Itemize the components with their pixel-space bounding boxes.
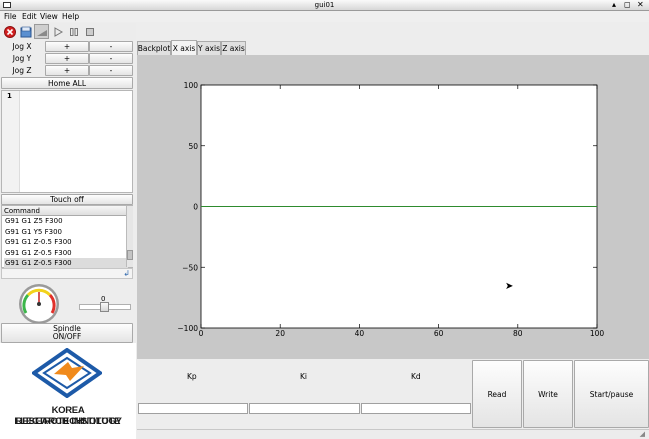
tab-backplot[interactable]: Backplot <box>137 41 171 55</box>
maximize-button[interactable]: ◻ <box>624 0 631 10</box>
x-tick-label: 80 <box>513 329 523 338</box>
ki-label: Ki <box>300 372 308 381</box>
y-tick-label: −50 <box>182 263 198 272</box>
close-button[interactable]: ✕ <box>637 0 644 10</box>
reload-icon[interactable] <box>34 24 49 39</box>
menu-help[interactable]: Help <box>62 12 79 21</box>
resize-grip-icon[interactable]: ◢ <box>640 430 645 438</box>
jog-z-minus-button[interactable]: - <box>89 65 133 76</box>
x-tick-label: 0 <box>199 329 204 338</box>
jog-z-plus-button[interactable]: + <box>45 65 89 76</box>
spindle-gauge <box>18 283 60 327</box>
toolbar <box>0 23 136 40</box>
kd-label: Kd <box>411 372 421 381</box>
line-number: 1 <box>7 92 12 100</box>
x-tick-label: 40 <box>355 329 365 338</box>
scrollbar-thumb[interactable] <box>127 250 133 260</box>
menu-bar: File Edit View Help <box>0 11 649 22</box>
logo-line2: RESEARCH INSTITUTE <box>15 416 121 427</box>
editor-gutter <box>2 91 20 192</box>
tab-z-axis[interactable]: Z axis <box>221 41 246 55</box>
tab-y-axis[interactable]: Y axis <box>197 41 221 55</box>
jog-z-label: Jog Z <box>12 66 32 75</box>
x-axis-chart[interactable]: 0 20 40 60 80 100 100 50 0 −50 −100 <box>137 55 649 359</box>
kp-input[interactable] <box>138 403 248 414</box>
x-tick-label: 20 <box>275 329 285 338</box>
spindle-slider[interactable] <box>79 302 131 312</box>
home-all-button[interactable]: Home ALL <box>1 77 133 89</box>
command-row[interactable]: G91 G1 Z5 F300 <box>4 216 128 227</box>
tab-x-axis[interactable]: X axis <box>171 40 197 55</box>
pause-icon[interactable] <box>66 24 81 39</box>
window-title: gui01 <box>314 1 335 9</box>
slider-handle[interactable] <box>100 302 109 312</box>
jog-y-label: Jog Y <box>12 54 32 63</box>
ki-input[interactable] <box>249 403 360 414</box>
square-stop-icon[interactable] <box>82 24 97 39</box>
pid-panel: Kp Ki Kd Read Write Start/pause <box>137 360 649 439</box>
y-tick-label: 0 <box>193 203 198 212</box>
stop-icon[interactable] <box>2 24 17 39</box>
logo-area: KOREA ELECTROTECHNOLOGY RESEARCH INSTITU… <box>0 343 136 439</box>
y-tick-label: 100 <box>184 81 199 90</box>
command-scrollbar[interactable] <box>126 206 133 267</box>
command-list[interactable]: Command G91 G1 Z5 F300 G91 G1 Y5 F300 G9… <box>1 205 133 269</box>
jog-x-minus-button[interactable]: - <box>89 41 133 52</box>
title-bar: gui01 ▴ ◻ ✕ <box>0 0 649 11</box>
jog-y-minus-button[interactable]: - <box>89 53 133 64</box>
x-tick-label: 60 <box>434 329 444 338</box>
enter-icon[interactable]: ↲ <box>123 269 130 278</box>
menu-file[interactable]: File <box>4 12 17 21</box>
y-tick-label: −100 <box>177 324 198 333</box>
jog-x-plus-button[interactable]: + <box>45 41 89 52</box>
x-tick-label: 100 <box>590 329 605 338</box>
jog-y-plus-button[interactable]: + <box>45 53 89 64</box>
plot-area[interactable]: 0 20 40 60 80 100 100 50 0 −50 −100 ➤ <box>137 55 649 359</box>
command-input[interactable]: ↲ <box>1 268 133 279</box>
command-row[interactable]: G91 G1 Z-0.5 F300 <box>4 248 128 259</box>
start-pause-button[interactable]: Start/pause <box>574 360 649 428</box>
minimize-button[interactable]: ▴ <box>612 0 616 10</box>
kp-label: Kp <box>187 372 197 381</box>
keri-logo <box>32 348 102 398</box>
jog-x-label: Jog X <box>12 42 32 51</box>
command-row[interactable]: G91 G1 Z-0.5 F300 <box>4 237 128 248</box>
command-row[interactable]: G91 G1 Z-0.5 F300 <box>4 258 128 269</box>
menu-edit[interactable]: Edit <box>22 12 37 21</box>
spindle-onoff-button[interactable]: Spindle ON/OFF <box>1 323 133 343</box>
read-button[interactable]: Read <box>472 360 522 428</box>
menu-view[interactable]: View <box>40 12 58 21</box>
kd-input[interactable] <box>361 403 471 414</box>
open-icon[interactable] <box>18 24 33 39</box>
spindle-button-line2: ON/OFF <box>52 332 82 341</box>
status-bar: ◢ <box>137 429 649 439</box>
play-icon[interactable] <box>50 24 65 39</box>
mouse-cursor-icon: ➤ <box>505 281 514 292</box>
write-button[interactable]: Write <box>523 360 573 428</box>
gcode-editor[interactable]: 1 <box>1 90 133 193</box>
command-row[interactable]: G91 G1 Y5 F300 <box>4 227 128 238</box>
y-tick-label: 50 <box>188 142 198 151</box>
touch-off-button[interactable]: Touch off <box>1 194 133 205</box>
command-header[interactable]: Command <box>2 206 126 216</box>
